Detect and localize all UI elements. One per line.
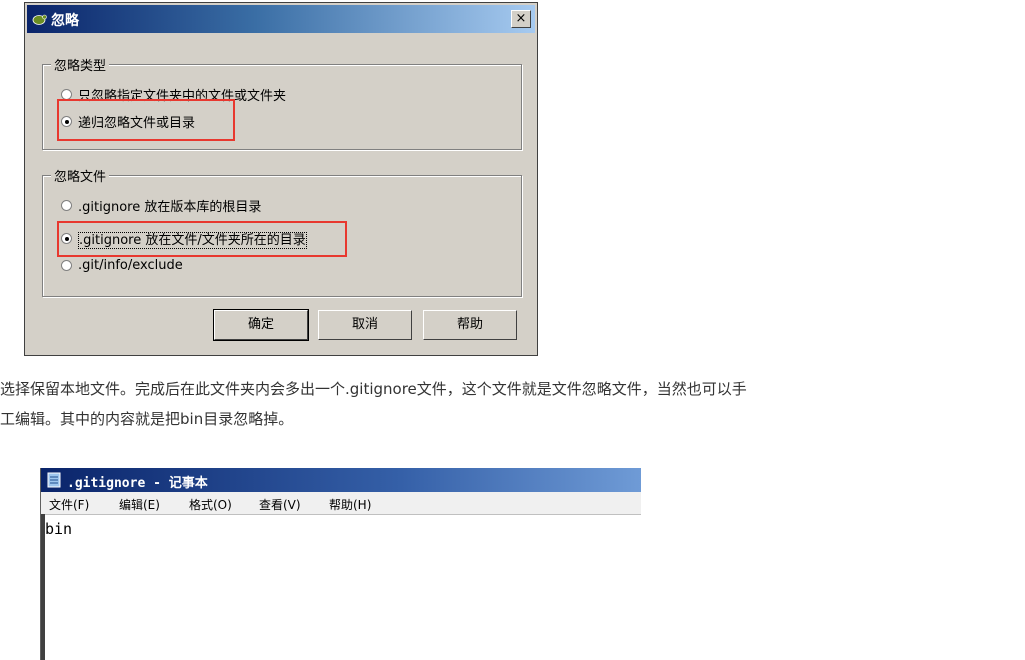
ignore-file-legend: 忽略文件 xyxy=(51,166,110,185)
radio-git-info-exclude[interactable]: .git/info/exclude xyxy=(61,258,183,273)
notepad-icon xyxy=(47,472,61,488)
close-button[interactable]: × xyxy=(511,10,531,28)
highlight-box xyxy=(57,221,347,257)
ignore-type-legend: 忽略类型 xyxy=(51,55,110,74)
menu-edit[interactable]: 编辑(E) xyxy=(119,496,160,513)
description-paragraph: 选择保留本地文件。完成后在此文件夹内会多出一个.gitignore文件，这个文件… xyxy=(0,374,1022,434)
notepad-titlebar: .gitignore - 记事本 xyxy=(41,468,641,492)
tortoise-icon xyxy=(32,14,47,25)
notepad-title: .gitignore - 记事本 xyxy=(67,476,208,491)
radio-label: .gitignore 放在版本库的根目录 xyxy=(78,200,262,215)
menu-help[interactable]: 帮助(H) xyxy=(329,496,371,513)
cancel-button[interactable]: 取消 xyxy=(318,310,412,340)
notepad-window: .gitignore - 记事本 文件(F) 编辑(E) 格式(O) 查看(V)… xyxy=(40,468,641,660)
radio-label: .git/info/exclude xyxy=(78,258,183,273)
dialog-titlebar: 忽略 × xyxy=(27,5,535,33)
menu-format[interactable]: 格式(O) xyxy=(189,496,232,513)
help-button[interactable]: 帮助 xyxy=(423,310,517,340)
radio-dot[interactable] xyxy=(61,200,72,211)
paragraph-line-2: 工编辑。其中的内容就是把bin目录忽略掉。 xyxy=(0,410,294,428)
highlight-box xyxy=(57,99,235,141)
menu-view[interactable]: 查看(V) xyxy=(259,496,301,513)
radio-gitignore-root[interactable]: .gitignore 放在版本库的根目录 xyxy=(61,196,261,215)
ok-button[interactable]: 确定 xyxy=(213,309,309,341)
notepad-menubar: 文件(F) 编辑(E) 格式(O) 查看(V) 帮助(H) xyxy=(41,492,641,515)
dialog-title: 忽略 xyxy=(51,13,79,29)
menu-file[interactable]: 文件(F) xyxy=(49,496,89,513)
radio-dot[interactable] xyxy=(61,260,72,271)
paragraph-line-1: 选择保留本地文件。完成后在此文件夹内会多出一个.gitignore文件，这个文件… xyxy=(0,380,747,398)
close-icon: × xyxy=(515,11,527,26)
ignore-dialog: 忽略 × 忽略类型 只忽略指定文件夹中的文件或文件夹 递归忽略文件或目录 忽略文… xyxy=(24,2,538,356)
notepad-text-area[interactable]: bin xyxy=(45,520,72,538)
